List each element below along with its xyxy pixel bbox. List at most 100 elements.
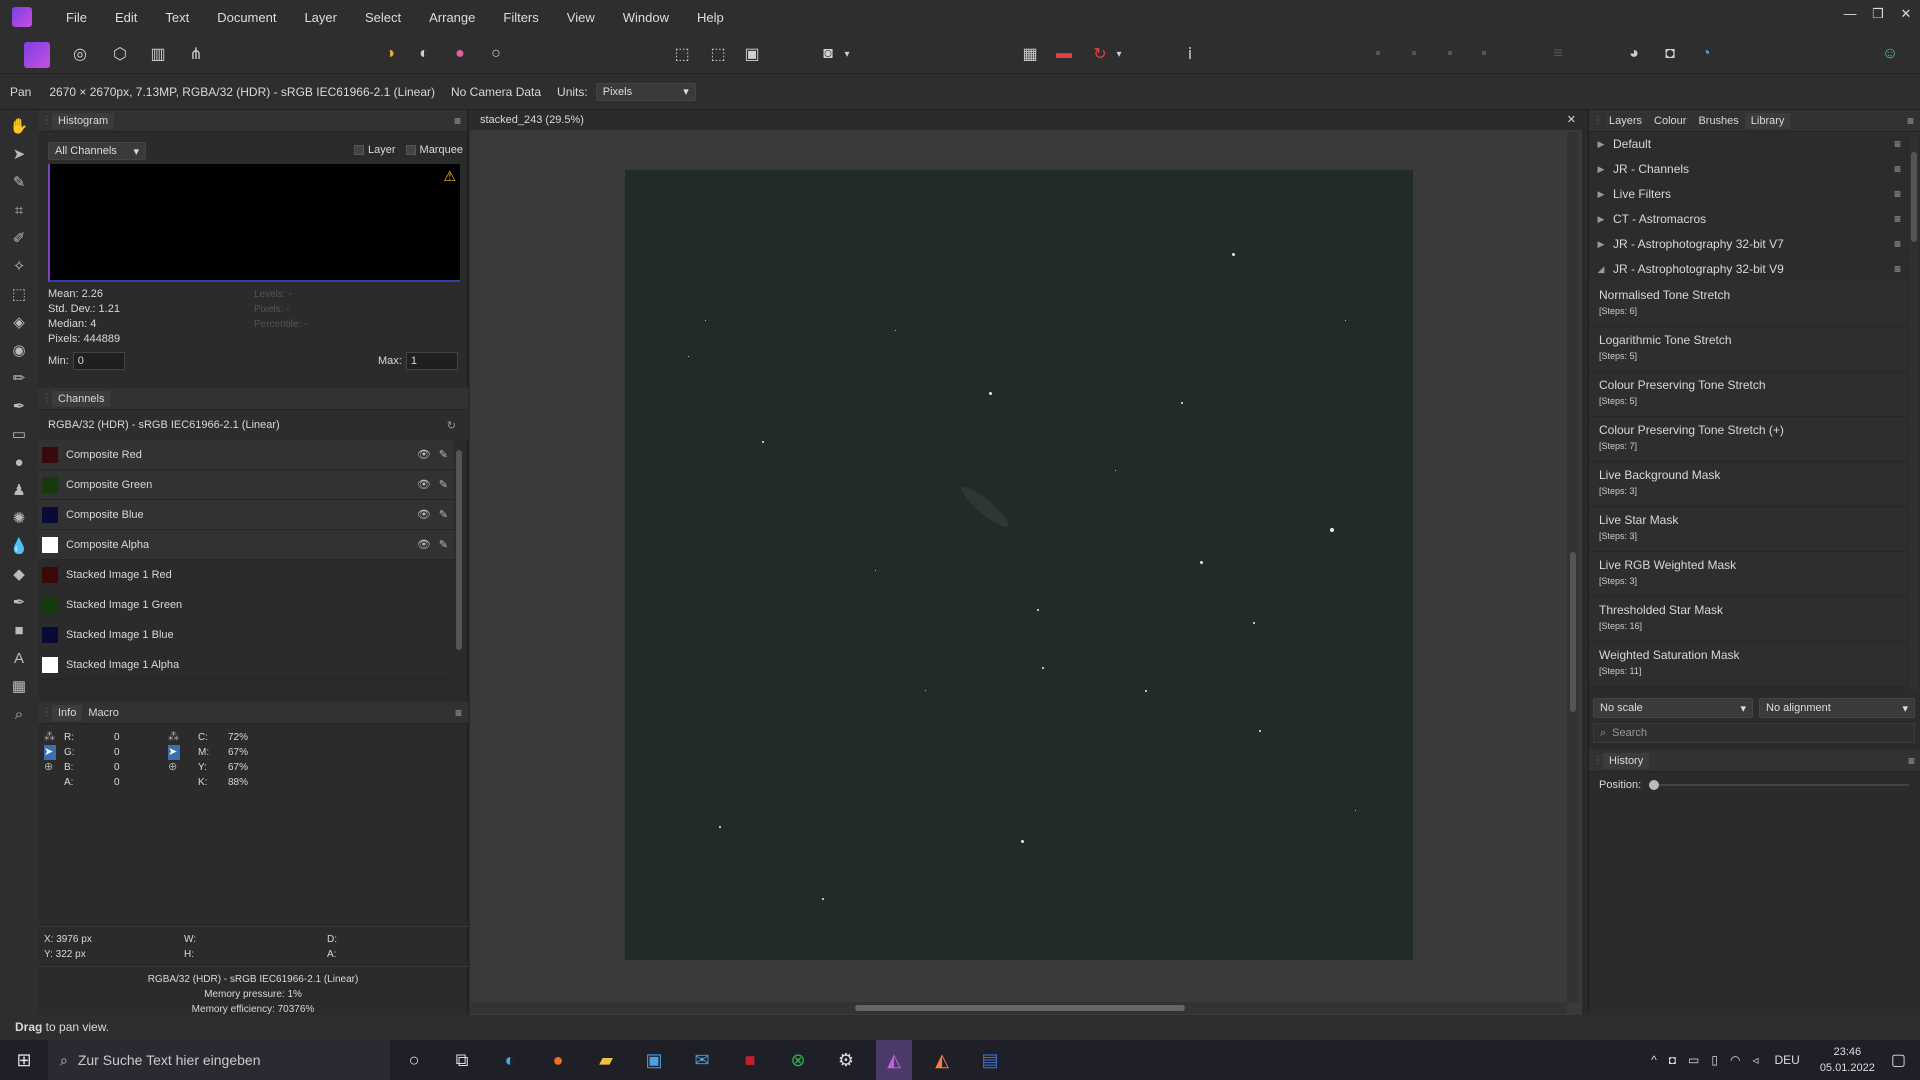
- task-view-icon[interactable]: ⧉: [444, 1040, 480, 1080]
- paint-brush-icon[interactable]: ✏: [0, 364, 38, 392]
- channel-row[interactable]: Stacked Image 1 Green: [38, 590, 454, 620]
- invert-selection-icon[interactable]: ▣: [740, 42, 764, 66]
- marquee-tool-icon[interactable]: ⬚: [0, 280, 38, 308]
- library-category[interactable]: ▶ CT - Astromacros ≡: [1589, 207, 1907, 232]
- marquee-checkbox[interactable]: [405, 145, 416, 155]
- channel-row[interactable]: Composite Red 👁 ✎: [38, 440, 454, 470]
- panel-menu-icon[interactable]: ≡: [1907, 114, 1914, 128]
- display-icon[interactable]: ▭: [1688, 1053, 1699, 1067]
- category-menu-icon[interactable]: ≡: [1894, 237, 1901, 251]
- clock[interactable]: 23:46 05.01.2022: [1820, 1044, 1875, 1076]
- pencil-icon[interactable]: ✎: [439, 538, 448, 551]
- library-scroll-thumb[interactable]: [1911, 152, 1917, 242]
- vertical-scroll-thumb[interactable]: [1570, 552, 1576, 712]
- menu-filters[interactable]: Filters: [489, 10, 552, 25]
- erase-brush-icon[interactable]: ▭: [0, 420, 38, 448]
- text-tool-icon[interactable]: A: [0, 644, 38, 672]
- category-menu-icon[interactable]: ≡: [1894, 162, 1901, 176]
- macro-item[interactable]: Logarithmic Tone Stretch [Steps: 5]: [1589, 327, 1907, 372]
- move-tool-icon[interactable]: ➤: [0, 140, 38, 168]
- auto-colours-icon[interactable]: ●: [448, 42, 472, 66]
- category-menu-icon[interactable]: ≡: [1894, 137, 1901, 151]
- rectangle-tool-icon[interactable]: ■: [0, 616, 38, 644]
- close-button[interactable]: ✕: [1892, 0, 1920, 28]
- canvas-image[interactable]: [625, 170, 1413, 960]
- selection-brush-icon[interactable]: ✐: [0, 224, 38, 252]
- auto-levels-icon[interactable]: ◑: [378, 42, 402, 66]
- crosshair-icon[interactable]: ⊕: [168, 760, 180, 775]
- healing-brush-icon[interactable]: ✺: [0, 504, 38, 532]
- document-tab[interactable]: stacked_243 (29.5%) ✕: [470, 110, 1582, 130]
- channel-row[interactable]: Stacked Image 1 Blue: [38, 620, 454, 650]
- channel-row[interactable]: Composite Green 👁 ✎: [38, 470, 454, 500]
- horizontal-scrollbar[interactable]: [470, 1002, 1567, 1014]
- red-eye-icon[interactable]: ◆: [0, 560, 38, 588]
- blur-brush-icon[interactable]: 💧: [0, 532, 38, 560]
- windows-start-icon[interactable]: ⊞: [4, 1040, 44, 1080]
- eye-icon[interactable]: 👁: [417, 448, 431, 461]
- macro-item[interactable]: Live RGB Weighted Mask [Steps: 3]: [1589, 552, 1907, 597]
- max-input[interactable]: 1: [405, 352, 458, 370]
- history-slider-handle[interactable]: [1649, 780, 1660, 790]
- tab-macro[interactable]: Macro: [82, 705, 125, 721]
- macro-item[interactable]: Live Star Mask [Steps: 3]: [1589, 507, 1907, 552]
- menu-edit[interactable]: Edit: [101, 10, 151, 25]
- color-sample-icon[interactable]: ⁂: [44, 730, 56, 745]
- tab-channels[interactable]: Channels: [52, 390, 111, 407]
- file-explorer-icon[interactable]: ▰: [588, 1040, 624, 1080]
- account-icon[interactable]: ☺: [1878, 42, 1902, 66]
- menu-help[interactable]: Help: [683, 10, 738, 25]
- cortana-icon[interactable]: ○: [396, 1040, 432, 1080]
- tab-histogram[interactable]: Histogram: [52, 112, 115, 129]
- gradient-tool-icon[interactable]: ◉: [0, 336, 38, 364]
- restore-button[interactable]: ❐: [1864, 0, 1892, 28]
- library-category[interactable]: ▶ Live Filters ≡: [1589, 182, 1907, 207]
- grip-icon[interactable]: ⋮⋮: [42, 707, 62, 718]
- app-logo-icon[interactable]: [12, 7, 32, 27]
- quick-mask-icon[interactable]: ◙: [816, 42, 840, 66]
- affinity-designer-icon[interactable]: ◭: [924, 1040, 960, 1080]
- channel-row[interactable]: Stacked Image 1 Alpha: [38, 650, 454, 680]
- color-sample-icon[interactable]: ⁂: [168, 730, 180, 745]
- grid-icon[interactable]: ▦: [1018, 42, 1042, 66]
- macro-item[interactable]: Normalised Tone Stretch [Steps: 6]: [1589, 282, 1907, 327]
- library-category[interactable]: ▶ JR - Channels ≡: [1589, 157, 1907, 182]
- camera-icon[interactable]: ◘: [1669, 1053, 1676, 1067]
- macro-item[interactable]: Thresholded Star Mask [Steps: 16]: [1589, 597, 1907, 642]
- menu-document[interactable]: Document: [203, 10, 290, 25]
- app-icon[interactable]: ▤: [972, 1040, 1008, 1080]
- crosshair-icon[interactable]: ⊕: [44, 760, 56, 775]
- library-scrollbar[interactable]: [1909, 132, 1919, 690]
- flood-fill-icon[interactable]: ◈: [0, 308, 38, 336]
- battery-icon[interactable]: ▯: [1711, 1053, 1718, 1067]
- notification-icon[interactable]: ▢: [1891, 1050, 1906, 1070]
- pointer-icon[interactable]: ➤: [44, 745, 56, 760]
- auto-contrast-icon[interactable]: ◐: [412, 42, 436, 66]
- channel-select[interactable]: All Channels ▾: [48, 142, 146, 160]
- grip-icon[interactable]: ⋮⋮: [1593, 755, 1613, 766]
- grip-icon[interactable]: ⋮⋮: [42, 393, 62, 404]
- refresh-icon[interactable]: ↻: [447, 419, 456, 432]
- hand-tool-icon[interactable]: ✋: [0, 112, 38, 140]
- steam-icon[interactable]: ⚙: [828, 1040, 864, 1080]
- assistant-icon[interactable]: ◕: [1622, 42, 1646, 66]
- language-indicator[interactable]: DEU: [1774, 1053, 1799, 1067]
- menu-file[interactable]: File: [52, 10, 101, 25]
- tab-colour[interactable]: Colour: [1648, 113, 1692, 129]
- macro-item[interactable]: Weighted Saturation Mask [Steps: 11]: [1589, 642, 1907, 687]
- min-input[interactable]: 0: [72, 352, 125, 370]
- channel-row[interactable]: Composite Blue 👁 ✎: [38, 500, 454, 530]
- chevron-down-icon[interactable]: ▾: [1112, 42, 1126, 66]
- info-icon[interactable]: ⅰ: [1178, 42, 1202, 66]
- menu-select[interactable]: Select: [351, 10, 415, 25]
- taskbar-search[interactable]: ⌕ Zur Suche Text hier eingeben: [48, 1040, 390, 1080]
- mesh-warp-icon[interactable]: ▦: [0, 672, 38, 700]
- pencil-icon[interactable]: ✎: [439, 448, 448, 461]
- category-menu-icon[interactable]: ≡: [1894, 262, 1901, 276]
- menu-window[interactable]: Window: [609, 10, 683, 25]
- eye-icon[interactable]: 👁: [417, 478, 431, 491]
- marquee-selection-icon[interactable]: ⬚: [670, 42, 694, 66]
- liquify-persona-icon[interactable]: ◎: [68, 42, 92, 66]
- eye-icon[interactable]: 👁: [417, 538, 431, 551]
- units-select[interactable]: Pixels ▾: [595, 82, 696, 101]
